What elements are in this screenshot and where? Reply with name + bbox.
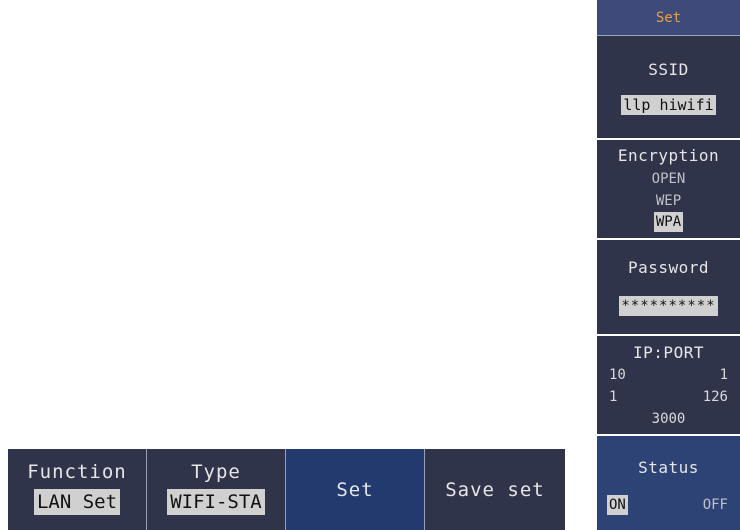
ip-row-1: 10 1 [597,364,740,386]
status-label: Status [638,458,699,477]
encryption-option-wep[interactable]: WEP [597,190,740,212]
function-value: LAN Set [33,489,121,515]
ip-octet-2: 1 [719,367,728,383]
ssid-item[interactable]: SSID llp hiwifi [597,36,740,140]
type-label: Type [191,461,241,483]
side-menu-title: Set [597,0,740,36]
status-on[interactable]: ON [607,495,628,515]
ssid-value: llp hiwifi [621,95,716,115]
password-value: ********** [619,296,718,316]
encryption-label: Encryption [617,146,720,165]
ip-port-label: IP:PORT [633,343,704,362]
set-label: Set [336,478,374,501]
ip-octet-4: 126 [702,389,728,405]
side-menu: Set SSID llp hiwifi Encryption OPEN WEP … [597,0,740,530]
password-label: Password [627,258,710,277]
function-label: Function [27,461,127,483]
set-button[interactable]: Set [286,449,425,530]
bottom-menu: Function LAN Set Type WIFI-STA Set Save … [8,449,565,530]
ip-port-item[interactable]: IP:PORT 10 1 1 126 3000 [597,336,740,436]
save-set-button[interactable]: Save set [425,449,565,530]
status-off[interactable]: OFF [703,495,728,515]
port-value: 3000 [651,411,686,427]
function-button[interactable]: Function LAN Set [8,449,147,530]
ip-octet-3: 1 [609,389,618,405]
password-item[interactable]: Password ********** [597,240,740,336]
save-set-label: Save set [445,478,545,501]
encryption-option-open[interactable]: OPEN [597,168,740,190]
encryption-item[interactable]: Encryption OPEN WEP WPA [597,140,740,240]
status-item[interactable]: Status ON OFF [597,436,740,530]
encryption-option-wpa[interactable]: WPA [597,212,740,232]
type-button[interactable]: Type WIFI-STA [147,449,286,530]
ip-octet-1: 10 [609,367,626,383]
ssid-label: SSID [648,60,689,79]
ip-row-2: 1 126 [597,386,740,408]
encryption-selected: WPA [653,212,684,232]
type-value: WIFI-STA [167,489,265,515]
